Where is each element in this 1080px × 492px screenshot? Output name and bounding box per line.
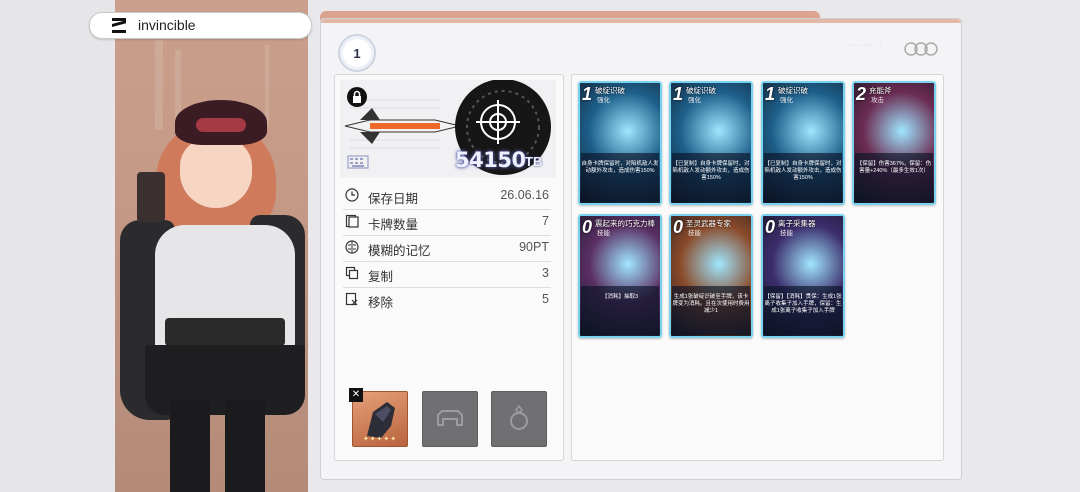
- keyboard-icon: [347, 155, 369, 169]
- accessory-slot[interactable]: [491, 391, 547, 447]
- stat-copy: 复制 3: [343, 261, 551, 288]
- copy-icon: [345, 266, 359, 280]
- stat-save-date: 保存日期 26.06.16: [343, 183, 551, 210]
- character-goggles: [196, 118, 246, 132]
- character-chocolate-bar: [137, 172, 165, 222]
- character-leg-left: [170, 400, 210, 492]
- card-cost: 2: [856, 84, 867, 104]
- stat-value: 5: [542, 292, 549, 306]
- stat-value: 26.06.16: [500, 188, 549, 202]
- weapon-stars: ✦✦✦✦✦: [362, 436, 398, 443]
- armor-slot[interactable]: [422, 391, 478, 447]
- stat-card-count: 卡牌数量 7: [343, 209, 551, 236]
- deck-name-field[interactable]: invincible: [89, 12, 312, 39]
- stat-value: 90PT: [519, 240, 549, 254]
- left-background: [0, 0, 115, 492]
- stat-label: 卡牌数量: [368, 218, 419, 232]
- weapon-type-icon: ✕: [349, 388, 363, 402]
- card-type: 技能: [597, 230, 610, 237]
- deck-card[interactable]: 2 充能斧 攻击 【保留】伤害367%，保留：伤害量+240%（最多生效1次）: [852, 81, 936, 205]
- rings-icon: [904, 42, 938, 56]
- deck-name-text: invincible: [138, 17, 196, 33]
- card-description: 【消耗】抽取3: [601, 294, 639, 300]
- corner-decoration: ··· ···· ·: [850, 42, 883, 49]
- deck-logo-icon: [112, 18, 126, 33]
- character-face: [180, 138, 252, 208]
- deck-card[interactable]: 0 震起来的巧克力棒 技能 【消耗】抽取3: [578, 214, 662, 338]
- stat-remove: 移除 5: [343, 287, 551, 313]
- card-description: 【已复制】自身卡牌保留时，对陷机敌人发动额外攻击，造成伤害150%: [672, 161, 750, 181]
- cards-icon: [345, 214, 359, 228]
- stat-value: 7: [542, 214, 549, 228]
- card-type: 技能: [780, 230, 793, 237]
- remove-icon: [345, 292, 358, 306]
- card-cost: 1: [582, 84, 593, 104]
- character-belt: [165, 318, 285, 346]
- power-value: 54150: [455, 148, 526, 172]
- lock-icon[interactable]: [347, 87, 367, 107]
- card-cost: 0: [673, 217, 684, 237]
- deck-rank-number: 1: [353, 45, 361, 61]
- card-description: 【保留】伤害367%，保留：伤害量+240%（最多生效1次）: [856, 161, 932, 174]
- stat-label: 模糊的记忆: [368, 244, 431, 258]
- card-type: 强化: [597, 97, 610, 104]
- ring-icon: [510, 404, 528, 430]
- card-description: 生成1张破绽识破至手牌，该卡牌变为消耗。且在次使用时费用减少1: [672, 294, 750, 314]
- card-type: 技能: [688, 230, 701, 237]
- card-type: 强化: [780, 97, 793, 104]
- brain-icon: [345, 240, 359, 254]
- card-type: 攻击: [871, 97, 884, 104]
- deck-card[interactable]: 1 破绽识破 强化 【已复制】自身卡牌保留时，对陷机敌人发动额外攻击，造成伤害150%: [669, 81, 753, 205]
- stat-vague-memory: 模糊的记忆 90PT: [343, 235, 551, 262]
- deck-card[interactable]: 1 破绽识破 强化 自身卡牌保留时，对陷机敌人发动额外攻击，造成伤害150%: [578, 81, 662, 205]
- character-leg-right: [225, 400, 265, 492]
- power-unit: TB: [525, 154, 543, 169]
- armor-icon: [437, 410, 463, 426]
- card-description: 【已复制】自身卡牌保留时，对陷机敌人发动额外攻击，造成伤害150%: [764, 161, 842, 181]
- deck-card[interactable]: 0 圣灵武器专家 技能 生成1张破绽识破至手牌，该卡牌变为消耗。且在次使用时费用减少1: [669, 214, 753, 338]
- clock-icon: [345, 188, 359, 202]
- stat-label: 移除: [368, 296, 394, 310]
- card-cost: 1: [765, 84, 776, 104]
- deck-card[interactable]: 1 破绽识破 强化 【已复制】自身卡牌保留时，对陷机敌人发动额外攻击，造成伤害150%: [761, 81, 845, 205]
- card-description: 自身卡牌保留时，对陷机敌人发动额外攻击，造成伤害150%: [581, 161, 659, 174]
- card-type: 强化: [688, 97, 701, 104]
- card-description: 【保留】【消耗】贯保：生成1张离子收集子加入手牌，保留：生成1张离子收集子加入手…: [764, 294, 842, 314]
- deck-card[interactable]: 0 离子采集器 技能 【保留】【消耗】贯保：生成1张离子收集子加入手牌，保留：生成1张…: [761, 214, 845, 338]
- deck-rank-badge: 1: [338, 34, 376, 72]
- card-cost: 0: [765, 217, 776, 237]
- stat-label: 复制: [368, 270, 394, 284]
- stat-value: 3: [542, 266, 549, 280]
- stat-label: 保存日期: [368, 192, 419, 206]
- card-cost: 1: [673, 84, 684, 104]
- card-cost: 0: [582, 217, 593, 237]
